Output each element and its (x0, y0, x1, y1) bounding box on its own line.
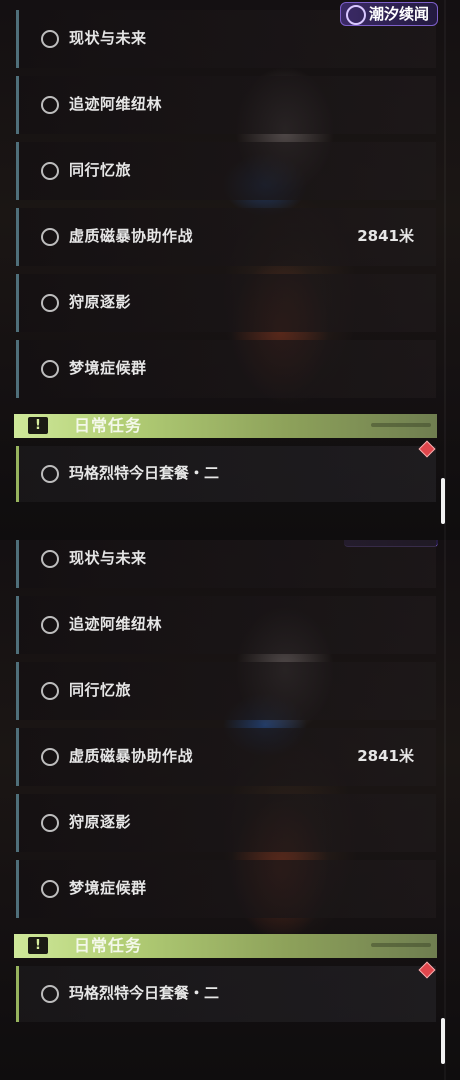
quest-name: 梦境症候群 (69, 359, 147, 377)
quest-item-5[interactable]: 狩原逐影 (16, 794, 436, 852)
quest-item-5[interactable]: 狩原逐影 (16, 274, 436, 332)
quest-distance: 2841米 (357, 227, 414, 245)
quest-radio-icon (41, 228, 59, 246)
quest-name: 现状与未来 (69, 549, 147, 567)
daily-quest-title: 日常任务 (74, 936, 143, 955)
quest-panel-bottom: 现状与未来 追迹阿维纽林 同行忆旅 虚质磁暴协助作战 2841米 狩原逐影 梦境… (0, 540, 460, 1080)
scroll-track (444, 0, 446, 540)
quest-radio-icon (41, 985, 59, 1003)
quest-radio-icon (41, 616, 59, 634)
quest-radio-icon (41, 880, 59, 898)
quest-distance: 2841米 (357, 747, 414, 765)
quest-item-2[interactable]: 追迹阿维纽林 (16, 76, 436, 134)
quest-item-3[interactable]: 同行忆旅 (16, 142, 436, 200)
quest-item-4[interactable]: 虚质磁暴协助作战 2841米 (16, 728, 436, 786)
game-logo: 潮汐续闻 (340, 2, 438, 26)
quest-radio-icon (41, 814, 59, 832)
daily-quest-item[interactable]: 玛格烈特今日套餐・二 (16, 966, 436, 1022)
daily-quest-item[interactable]: 玛格烈特今日套餐・二 (16, 446, 436, 502)
quest-radio-icon (41, 96, 59, 114)
header-decoration (371, 423, 431, 427)
quest-name: 梦境症候群 (69, 879, 147, 897)
exclamation-icon: ! (28, 417, 48, 434)
quest-name: 追迹阿维纽林 (69, 615, 163, 633)
quest-name: 同行忆旅 (69, 681, 132, 699)
quest-name: 虚质磁暴协助作战 (69, 747, 194, 765)
quest-name: 追迹阿维纽林 (69, 95, 163, 113)
quest-name: 虚质磁暴协助作战 (69, 227, 194, 245)
exclamation-icon: ! (28, 937, 48, 954)
quest-item-1[interactable]: 现状与未来 (16, 540, 436, 588)
daily-quest-title: 日常任务 (74, 416, 143, 435)
quest-item-3[interactable]: 同行忆旅 (16, 662, 436, 720)
quest-radio-icon (41, 30, 59, 48)
header-decoration (371, 943, 431, 947)
quest-radio-icon (41, 748, 59, 766)
quest-panel-top: 现状与未来 追迹阿维纽林 同行忆旅 虚质磁暴协助作战 2841米 狩原逐影 梦境… (0, 0, 460, 540)
quest-name: 狩原逐影 (69, 813, 132, 831)
daily-quest-name: 玛格烈特今日套餐・二 (69, 464, 220, 482)
logo-text: 潮汐续闻 (369, 5, 430, 23)
quest-item-2[interactable]: 追迹阿维纽林 (16, 596, 436, 654)
scrollbar-thumb[interactable] (441, 1018, 445, 1064)
quest-item-4[interactable]: 虚质磁暴协助作战 2841米 (16, 208, 436, 266)
quest-item-6[interactable]: 梦境症候群 (16, 860, 436, 918)
daily-quest-header: ! 日常任务 (14, 414, 437, 438)
scrollbar-thumb[interactable] (441, 478, 445, 524)
quest-name: 现状与未来 (69, 29, 147, 47)
quest-name: 狩原逐影 (69, 293, 132, 311)
daily-quest-name: 玛格烈特今日套餐・二 (69, 984, 220, 1002)
quest-radio-icon (41, 465, 59, 483)
logo-emblem-icon (346, 5, 366, 25)
quest-radio-icon (41, 294, 59, 312)
scroll-track (444, 540, 446, 1080)
quest-item-6[interactable]: 梦境症候群 (16, 340, 436, 398)
quest-radio-icon (41, 162, 59, 180)
daily-quest-header: ! 日常任务 (14, 934, 437, 958)
quest-radio-icon (41, 550, 59, 568)
quest-name: 同行忆旅 (69, 161, 132, 179)
quest-radio-icon (41, 682, 59, 700)
quest-radio-icon (41, 360, 59, 378)
